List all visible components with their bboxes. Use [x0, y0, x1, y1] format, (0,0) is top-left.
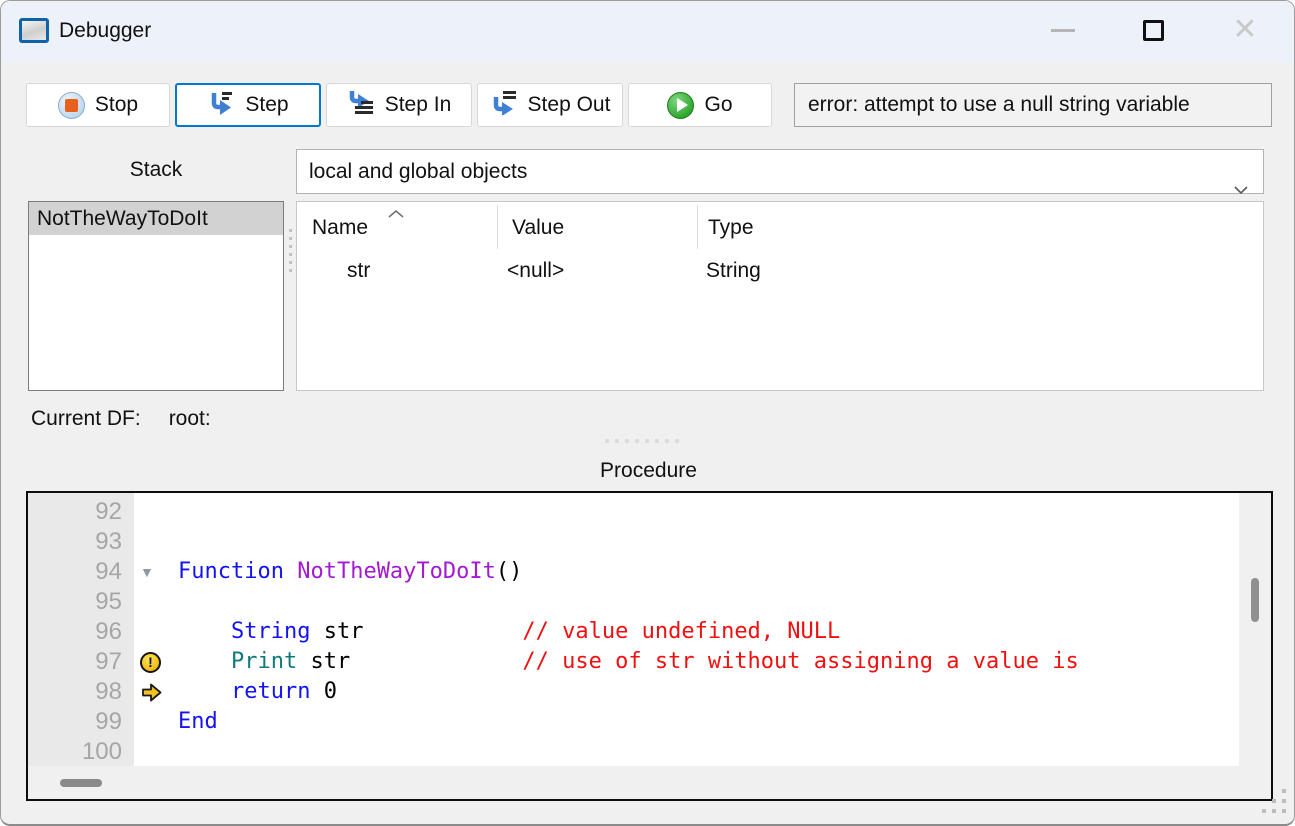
code-line[interactable]: 93	[28, 527, 1239, 557]
marker-spacer	[134, 707, 178, 737]
code-line[interactable]: 99 End	[28, 707, 1239, 737]
step-out-button[interactable]: Step Out	[477, 83, 623, 127]
stop-button[interactable]: Stop	[26, 83, 170, 127]
table-cell-name[interactable]: str	[347, 259, 370, 283]
code-line[interactable]: 100	[28, 737, 1239, 766]
minimize-button[interactable]	[1031, 1, 1095, 59]
close-button[interactable]: ✕	[1213, 1, 1277, 59]
current-df-label: Current DF:	[31, 407, 141, 430]
vertical-scrollbar-thumb[interactable]	[1251, 578, 1259, 622]
table-cell-type[interactable]: String	[706, 259, 761, 283]
code-line[interactable]: 92	[28, 497, 1239, 527]
column-header-type[interactable]: Type	[708, 216, 754, 240]
code-text: Function NotTheWayToDoIt()	[178, 557, 522, 587]
code-text: Print str // use of str without assignin…	[178, 647, 1079, 677]
column-divider	[697, 205, 698, 249]
pane-splitter-handle[interactable]	[288, 229, 292, 273]
stop-button-label: Stop	[95, 93, 138, 117]
step-in-button-label: Step In	[385, 93, 452, 117]
code-line[interactable]: 97! Print str // use of str without assi…	[28, 647, 1239, 677]
marker-spacer	[134, 617, 178, 647]
line-number: 100	[28, 737, 134, 766]
marker-spacer	[134, 737, 178, 766]
scope-dropdown-value: local and global objects	[309, 160, 527, 183]
line-number: 94	[28, 557, 134, 587]
debugger-window: Debugger ✕ Stop Step	[0, 0, 1295, 826]
code-text: return 0	[178, 677, 337, 707]
titlebar[interactable]: Debugger ✕	[1, 1, 1294, 63]
maximize-button[interactable]	[1121, 1, 1185, 59]
step-icon	[207, 89, 235, 121]
step-out-button-label: Step Out	[528, 93, 611, 117]
current-df-status: Current DF: root:	[31, 407, 211, 431]
marker-spacer	[134, 587, 178, 617]
step-out-icon	[490, 89, 518, 121]
code-line[interactable]: 96 String str // value undefined, NULL	[28, 617, 1239, 647]
sort-ascending-icon	[387, 206, 405, 224]
code-lines: 929394▼Function NotTheWayToDoIt()9596 St…	[28, 497, 1239, 766]
procedure-label: Procedure	[1, 459, 1295, 483]
current-df-value: root:	[169, 407, 211, 430]
execution-arrow-icon	[134, 677, 178, 707]
column-header-value[interactable]: Value	[512, 216, 564, 240]
stack-list-item[interactable]: NotTheWayToDoIt	[29, 202, 283, 235]
vertical-scrollbar[interactable]	[1239, 493, 1271, 799]
step-in-button[interactable]: Step In	[326, 83, 472, 127]
step-in-icon	[347, 89, 375, 121]
procedure-code-editor[interactable]: 929394▼Function NotTheWayToDoIt()9596 St…	[26, 491, 1273, 801]
horizontal-scrollbar[interactable]	[28, 766, 1239, 799]
line-number: 95	[28, 587, 134, 617]
error-message-field[interactable]: error: attempt to use a null string vari…	[794, 83, 1272, 127]
go-button-label: Go	[704, 93, 732, 117]
code-line[interactable]: 94▼Function NotTheWayToDoIt()	[28, 557, 1239, 587]
minimize-icon	[1051, 29, 1075, 32]
splitter-handle[interactable]	[605, 439, 679, 443]
horizontal-scrollbar-thumb[interactable]	[60, 779, 102, 787]
resize-grip[interactable]	[1258, 789, 1286, 817]
fold-icon[interactable]: ▼	[134, 557, 178, 587]
stop-icon	[58, 92, 85, 119]
go-icon	[667, 92, 694, 119]
marker-spacer	[134, 497, 178, 527]
line-number: 98	[28, 677, 134, 707]
column-divider	[497, 205, 498, 249]
maximize-icon	[1143, 20, 1164, 41]
column-header-name[interactable]: Name	[312, 216, 368, 240]
code-text: End	[178, 707, 218, 737]
line-number: 93	[28, 527, 134, 557]
line-number: 99	[28, 707, 134, 737]
code-viewport[interactable]: 929394▼Function NotTheWayToDoIt()9596 St…	[28, 493, 1239, 766]
step-button[interactable]: Step	[175, 83, 321, 127]
code-line[interactable]: 95	[28, 587, 1239, 617]
line-number: 92	[28, 497, 134, 527]
stack-list[interactable]: NotTheWayToDoIt	[28, 201, 284, 391]
window-title: Debugger	[59, 1, 151, 63]
code-line[interactable]: 98 return 0	[28, 677, 1239, 707]
step-button-label: Step	[245, 93, 288, 117]
table-cell-value[interactable]: <null>	[507, 259, 564, 283]
stack-label: Stack	[26, 158, 286, 182]
code-text: String str // value undefined, NULL	[178, 617, 840, 647]
go-button[interactable]: Go	[628, 83, 772, 127]
scope-dropdown[interactable]: local and global objects	[296, 149, 1264, 194]
warning-icon: !	[134, 647, 178, 677]
objects-table[interactable]: Name Value Type str <null> String	[296, 201, 1264, 391]
marker-spacer	[134, 527, 178, 557]
close-icon: ✕	[1232, 15, 1257, 45]
line-number: 96	[28, 617, 134, 647]
app-window-icon	[19, 18, 49, 43]
line-number: 97	[28, 647, 134, 677]
